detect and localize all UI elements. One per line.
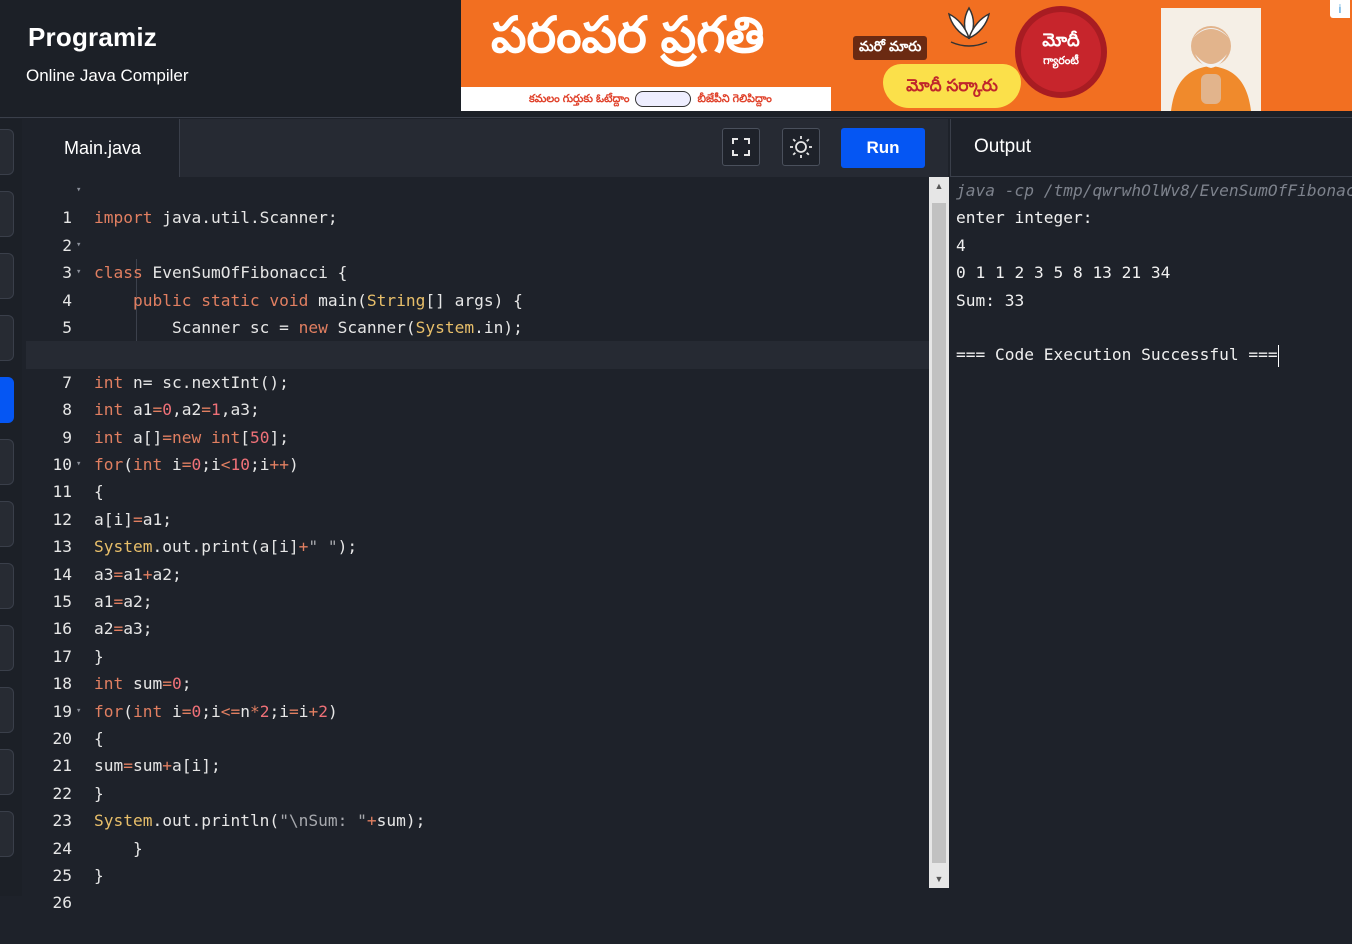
code-line[interactable]: 21 sum=sum+a[i]; xyxy=(26,725,929,775)
output-command: java -cp /tmp/qwrwhOlWv8/EvenSumOfFibona… xyxy=(956,181,1352,200)
code-editor[interactable]: 1 ▾ import java.util.Scanner; 2 3 ▾ class Ev… xyxy=(26,177,929,912)
output-status-line: === Code Execution Successful === xyxy=(956,341,1279,368)
ad-strip-left: కమలం గుర్తుకు ఓటేద్దాం xyxy=(529,93,630,105)
output-title: Output xyxy=(974,136,1032,157)
code-line[interactable]: 3 ▾ class EvenSumOfFibonacci { xyxy=(26,232,929,282)
ad-info-icon[interactable]: i xyxy=(1330,0,1350,18)
code-line[interactable]: 2 xyxy=(26,204,929,255)
code-line[interactable]: 25} xyxy=(26,835,929,885)
scroll-up-icon[interactable]: ▲ xyxy=(929,177,949,195)
lotus-icon xyxy=(947,6,991,47)
code-line[interactable]: 6 System.out.println("enter integer:"); xyxy=(26,314,929,364)
fullscreen-button[interactable] xyxy=(722,128,760,166)
code-line[interactable]: 1 ▾ import java.util.Scanner; xyxy=(26,177,929,227)
code-line[interactable]: 14 a3=a1+a2; xyxy=(26,533,929,584)
line-number: 26 xyxy=(52,893,73,913)
code-line[interactable]: 11 ▾{ xyxy=(26,451,929,501)
ad-strip-right: బీజేపీని గెలిపిద్దాం xyxy=(697,93,772,105)
rail-item-7[interactable] xyxy=(0,501,14,547)
output-status: === Code Execution Successful === xyxy=(956,345,1278,365)
code-line[interactable]: 23 System.out.println("\nSum: "+sum); xyxy=(26,780,929,830)
rail-item-11[interactable] xyxy=(0,749,14,795)
rail-item-10[interactable] xyxy=(0,687,14,733)
seal-line-2: గ్యారంటీ xyxy=(1043,55,1079,67)
rail-item-2[interactable] xyxy=(0,191,14,237)
rail-item-4[interactable] xyxy=(0,315,14,361)
output-line: 0 1 1 2 3 5 8 13 21 34 xyxy=(956,263,1171,283)
editor-scrollbar[interactable]: ▲ ▼ xyxy=(929,177,949,888)
sun-icon xyxy=(790,136,812,158)
rail-item-6[interactable] xyxy=(0,439,14,485)
output-line: enter integer: xyxy=(956,208,1093,228)
language-rail xyxy=(0,119,22,896)
scrollbar-thumb[interactable] xyxy=(932,203,946,863)
rail-item-3[interactable] xyxy=(0,253,14,299)
code-line[interactable]: 13 System.out.print(a[i]+" "); xyxy=(26,506,929,556)
ad-seal: మోదీ గ్యారంటీ xyxy=(1021,12,1101,92)
code-line[interactable]: 24 } xyxy=(26,807,929,858)
code-line[interactable]: 20 ▾{ xyxy=(26,698,929,748)
code-line[interactable]: 19 for(int i=0;i<=n*2;i=i+2) xyxy=(26,670,929,721)
code-line[interactable]: 18 int sum=0; xyxy=(26,643,929,693)
code-line[interactable]: 8 int a1=0,a2=1,a3; xyxy=(26,369,929,419)
code-line[interactable]: 12 a[i]=a1; xyxy=(26,478,929,529)
tab-main-java[interactable]: Main.java xyxy=(26,119,180,177)
scroll-down-icon[interactable]: ▼ xyxy=(929,870,949,888)
output-header: Output xyxy=(950,119,1352,177)
output-line: Sum: 33 xyxy=(956,290,1025,310)
output-console[interactable]: java -cp /tmp/qwrwhOlWv8/EvenSumOfFibona… xyxy=(950,177,1352,896)
output-line: 4 xyxy=(956,235,966,255)
code-line-current[interactable]: 7 int n= sc.nextInt(); xyxy=(26,341,929,392)
text-caret xyxy=(1277,344,1279,367)
seal-line-1: మోదీ xyxy=(1042,30,1080,50)
rail-item-1[interactable] xyxy=(0,129,14,175)
code-line[interactable]: 4 ▾ public static void main(String[] args… xyxy=(26,259,929,309)
code-line[interactable]: 15 a1=a2; xyxy=(26,561,929,611)
editor-toolbar: Main.java Run xyxy=(26,119,948,177)
ad-strip: కమలం గుర్తుకు ఓటేద్దాం బీజేపీని గెలిపిద్… xyxy=(461,87,831,111)
code-line[interactable]: 5 Scanner sc = new Scanner(System.in); xyxy=(26,287,929,337)
fold-icon[interactable]: ▾ xyxy=(76,451,81,478)
rail-item-12[interactable] xyxy=(0,811,14,857)
rail-item-9[interactable] xyxy=(0,625,14,671)
fold-icon[interactable]: ▾ xyxy=(76,698,81,725)
code-line[interactable]: 16 a2=a3; xyxy=(26,588,929,638)
ad-banner[interactable]: పరంపర ప్రగతి మరో మారు మోదీ సర్కారు మోదీ … xyxy=(461,0,1352,111)
code-line[interactable]: 17} xyxy=(26,615,929,666)
code-line[interactable]: 9 int a[]=new int[50]; xyxy=(26,396,929,447)
ad-tagline: మరో మారు xyxy=(853,36,928,60)
person-image xyxy=(1161,8,1261,111)
code-line[interactable]: 26 xyxy=(26,862,929,912)
ad-headline: పరంపర ప్రగతి xyxy=(491,7,765,63)
theme-toggle-button[interactable] xyxy=(782,128,820,166)
fold-icon[interactable]: ▾ xyxy=(76,259,81,286)
run-button[interactable]: Run xyxy=(841,128,925,168)
fold-icon[interactable]: ▾ xyxy=(76,232,81,259)
rail-item-java[interactable] xyxy=(0,377,14,423)
ad-badge: మోదీ సర్కారు xyxy=(883,64,1021,108)
programiz-logo[interactable]: Programiz xyxy=(28,22,157,53)
page-subtitle: Online Java Compiler xyxy=(26,66,189,85)
rail-item-8[interactable] xyxy=(0,563,14,609)
fullscreen-icon xyxy=(732,138,750,156)
code-line[interactable]: 10 for(int i=0;i<10;i++) xyxy=(26,424,929,474)
ballot-icon xyxy=(635,91,692,108)
site-header: Programiz Online Java Compiler పరంపర ప్ర… xyxy=(0,0,1352,118)
code-line[interactable]: 22} xyxy=(26,752,929,803)
fold-icon[interactable]: ▾ xyxy=(76,177,81,204)
